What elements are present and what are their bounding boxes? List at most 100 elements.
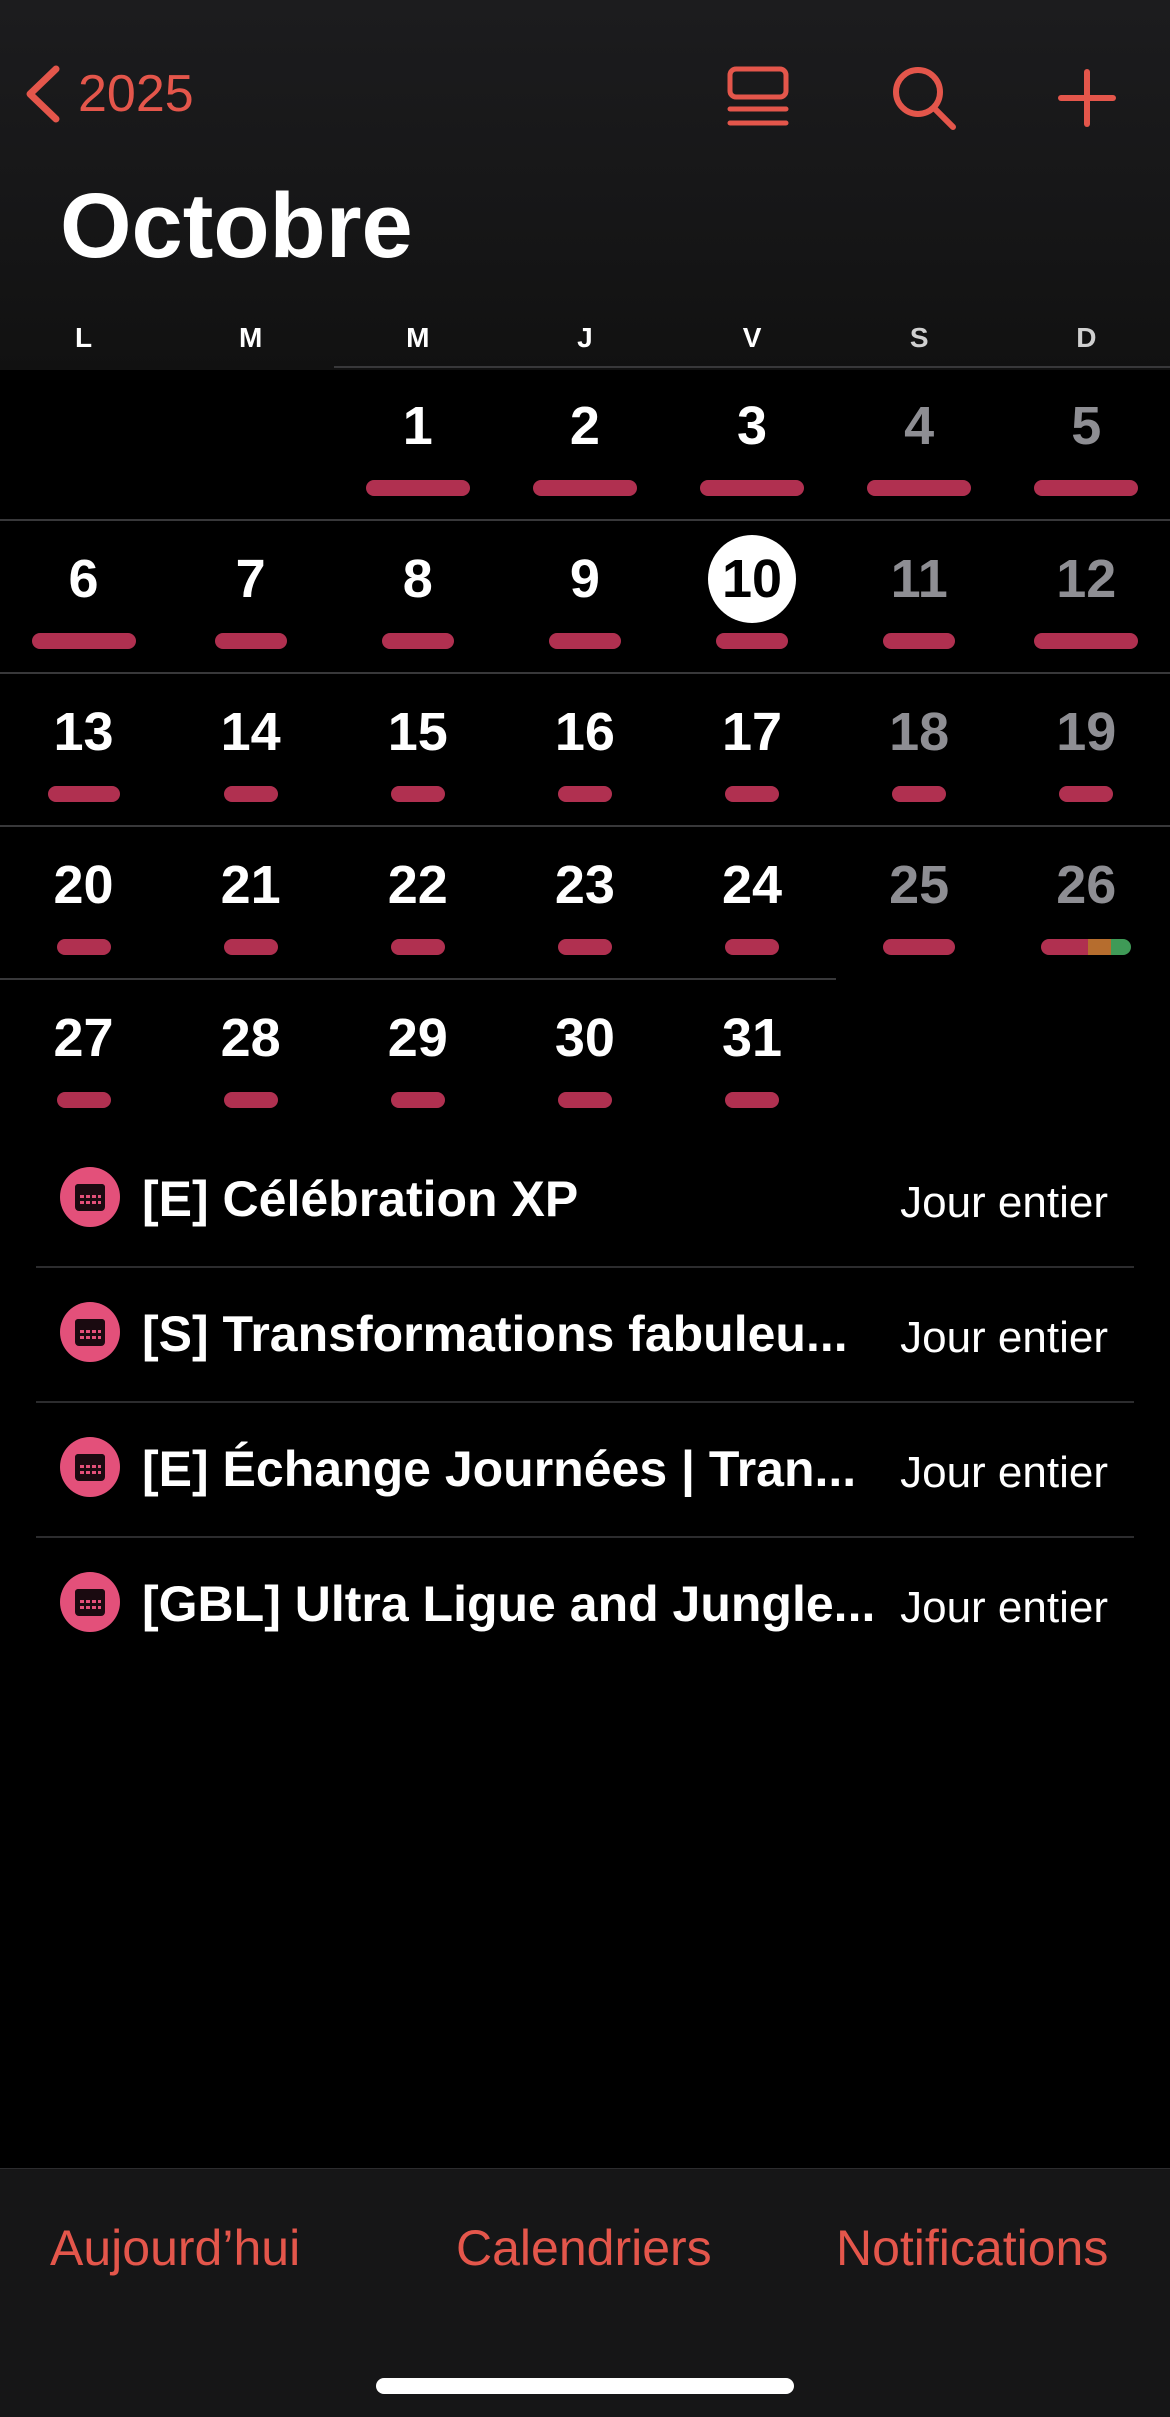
day-number: 23: [554, 855, 615, 915]
day-cell-30[interactable]: 30: [501, 978, 668, 1131]
day-cell-2[interactable]: 2: [501, 366, 668, 519]
event-time: Jour entier: [900, 1178, 1108, 1227]
tab-today[interactable]: Aujourd’hui: [50, 2219, 300, 2277]
day-number: 4: [904, 396, 935, 456]
day-number: 2: [569, 396, 600, 456]
event-row[interactable]: [GBL] Ultra Ligue and Jungle... Jour enti…: [36, 1538, 1134, 1671]
day-cell-7[interactable]: 7: [167, 519, 334, 672]
day-cell-17[interactable]: 17: [669, 672, 836, 825]
event-indicator-bar: [557, 786, 612, 802]
day-number: 5: [1071, 396, 1102, 456]
day-cell-23[interactable]: 23: [501, 825, 668, 978]
event-indicator-bar: [31, 633, 136, 649]
day-cell-21[interactable]: 21: [167, 825, 334, 978]
week-row: 27 28 29 30 31: [0, 978, 1170, 1131]
header: 2025 Octobre L M M J V S D: [0, 0, 1170, 370]
event-indicator-bar: [725, 786, 780, 802]
day-cell-12[interactable]: 12: [1003, 519, 1170, 672]
day-cell-24[interactable]: 24: [669, 825, 836, 978]
day-number: 17: [722, 702, 783, 762]
day-cell-18[interactable]: 18: [836, 672, 1003, 825]
search-button[interactable]: [884, 58, 964, 138]
day-cell-26[interactable]: 26: [1003, 825, 1170, 978]
event-indicator-bar: [1059, 786, 1114, 802]
day-cell-6[interactable]: 6: [0, 519, 167, 672]
day-number: 19: [1056, 702, 1117, 762]
chevron-left-icon: [26, 65, 60, 123]
event-row[interactable]: [E] Célébration XP Jour entier: [36, 1133, 1134, 1268]
event-row[interactable]: [S] Transformations fabuleu... Jour entie…: [36, 1268, 1134, 1403]
day-cell-19[interactable]: 19: [1003, 672, 1170, 825]
day-cell-31[interactable]: 31: [669, 978, 836, 1131]
day-number: 11: [890, 549, 948, 609]
plus-icon: [1058, 69, 1116, 127]
day-cell-4[interactable]: 4: [836, 366, 1003, 519]
day-cell-9[interactable]: 9: [501, 519, 668, 672]
day-cell-27[interactable]: 27: [0, 978, 167, 1131]
day-cell-14[interactable]: 14: [167, 672, 334, 825]
event-time: Jour entier: [900, 1313, 1108, 1362]
day-cell-1[interactable]: 1: [334, 366, 501, 519]
day-number: 29: [387, 1008, 448, 1068]
day-cell-8[interactable]: 8: [334, 519, 501, 672]
event-time: Jour entier: [900, 1583, 1108, 1632]
day-cell-13[interactable]: 13: [0, 672, 167, 825]
day-cell-10[interactable]: 10: [669, 519, 836, 672]
weekday-label: J: [577, 322, 593, 353]
event-indicator-bar: [883, 633, 956, 649]
weekday-header: L M M J V S D: [0, 322, 1170, 362]
day-cell-15[interactable]: 15: [334, 672, 501, 825]
tab-notifications[interactable]: Notifications: [836, 2219, 1108, 2277]
search-icon: [893, 67, 956, 130]
empty-day-cell: [1003, 978, 1170, 1131]
weekday-label: V: [742, 322, 762, 353]
day-cell-16[interactable]: 16: [501, 672, 668, 825]
day-cell-20[interactable]: 20: [0, 825, 167, 978]
day-number: 16: [554, 702, 615, 762]
day-cell-22[interactable]: 22: [334, 825, 501, 978]
event-row[interactable]: [E] Échange Journées | Tran... Jour entie…: [36, 1403, 1134, 1538]
list-view-button[interactable]: [718, 58, 798, 138]
nav-bar: 2025: [0, 40, 1170, 150]
day-number: 14: [220, 702, 281, 762]
day-cell-28[interactable]: 28: [167, 978, 334, 1131]
day-number: 12: [1056, 549, 1117, 609]
day-number: 21: [220, 855, 281, 915]
day-number: 13: [53, 702, 114, 762]
day-number: 26: [1056, 855, 1117, 915]
event-indicator-bar: [883, 939, 956, 955]
day-cell-29[interactable]: 29: [334, 978, 501, 1131]
day-cell-3[interactable]: 3: [669, 366, 836, 519]
add-event-button[interactable]: [1047, 58, 1127, 138]
day-number: 27: [53, 1008, 114, 1068]
day-cell-11[interactable]: 11: [836, 519, 1003, 672]
day-cell-5[interactable]: 5: [1003, 366, 1170, 519]
weekday-label: M: [239, 322, 263, 353]
weekday-label: M: [406, 322, 430, 353]
event-indicator-bar: [381, 633, 454, 649]
month-title: Octobre: [60, 175, 413, 277]
tab-calendars[interactable]: Calendriers: [456, 2219, 712, 2277]
event-indicator-bar: [390, 939, 445, 955]
day-number: 20: [53, 855, 114, 915]
empty-day-cell: [167, 366, 334, 519]
event-indicator-bar: [716, 633, 789, 649]
back-label: 2025: [78, 65, 194, 123]
event-indicator-bar: [47, 786, 120, 802]
day-number: 28: [220, 1008, 281, 1068]
calendar-icon: [60, 1167, 120, 1227]
day-number: 9: [569, 549, 600, 609]
back-to-year-button[interactable]: 2025: [22, 58, 194, 130]
weekday-label: L: [75, 322, 93, 353]
event-title: [E] Échange Journées | Tran...: [142, 1441, 857, 1497]
day-number: 3: [737, 396, 768, 456]
event-indicator-bar: [1041, 939, 1132, 955]
event-indicator-bar: [214, 633, 287, 649]
today-indicator: 10: [708, 535, 797, 623]
empty-day-cell: [836, 978, 1003, 1131]
day-cell-25[interactable]: 25: [836, 825, 1003, 978]
event-time: Jour entier: [900, 1448, 1108, 1497]
day-number: 31: [722, 1008, 783, 1068]
event-indicator-bar: [1034, 633, 1139, 649]
home-indicator[interactable]: [376, 2378, 794, 2394]
